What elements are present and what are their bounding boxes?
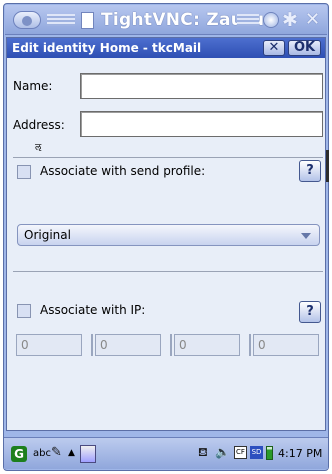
volume-icon[interactable]: 🔈	[215, 445, 230, 459]
ip-octet-2-input[interactable]: 0	[95, 334, 161, 356]
ip-separator	[170, 334, 172, 356]
address-note: ऌ	[35, 143, 42, 153]
ip-label: Associate with IP:	[40, 303, 146, 317]
dialog-title: Edit identity Home - tkcMail	[12, 41, 202, 55]
send-profile-label: Associate with send profile:	[40, 164, 206, 178]
send-profile-value: Original	[24, 228, 71, 242]
divider	[13, 271, 323, 272]
send-profile-select[interactable]: Original	[17, 224, 320, 246]
chevron-down-icon	[301, 233, 311, 239]
clock[interactable]: 4:17 PM	[278, 447, 322, 460]
cf-card-icon[interactable]: CF	[234, 446, 247, 459]
ip-help-button[interactable]: ?	[299, 301, 321, 323]
vnc-titlebar[interactable]: TightVNC: Zaurus ✱ ✕	[5, 5, 327, 35]
arrow-up-icon[interactable]: ▲	[68, 448, 75, 458]
ip-separator	[91, 334, 93, 356]
ip-separator	[249, 334, 251, 356]
ip-octet-1-input[interactable]: 0	[16, 334, 82, 356]
dialog-close-button[interactable]: ✕	[263, 40, 285, 56]
sd-card-icon[interactable]: SD	[250, 446, 263, 459]
name-label: Name:	[13, 79, 53, 93]
scrollbar-thumb[interactable]	[326, 150, 329, 182]
dialog-titlebar: Edit identity Home - tkcMail ✕ OK	[7, 38, 325, 58]
document-icon	[81, 12, 94, 29]
send-profile-checkbox[interactable]	[17, 165, 31, 179]
window-menu-icon[interactable]	[13, 11, 41, 29]
send-profile-help-button[interactable]: ?	[299, 160, 321, 182]
running-app-icon[interactable]	[80, 445, 96, 463]
launcher-icon[interactable]: G	[11, 446, 27, 462]
minimize-icon[interactable]	[263, 12, 279, 28]
address-input[interactable]	[80, 111, 323, 137]
name-input[interactable]	[80, 73, 323, 99]
maximize-star-icon[interactable]: ✱	[282, 9, 298, 31]
dialog-ok-button[interactable]: OK	[288, 40, 321, 56]
titlebar-grip-icon	[47, 14, 75, 26]
titlebar-grip-right-icon	[237, 14, 259, 26]
divider	[13, 157, 323, 158]
ip-checkbox[interactable]	[17, 304, 31, 318]
ip-octet-4-input[interactable]: 0	[253, 334, 319, 356]
edit-identity-dialog: Edit identity Home - tkcMail ✕ OK Name: …	[6, 37, 326, 431]
pen-icon[interactable]: ✎	[51, 445, 62, 460]
ip-octet-3-input[interactable]: 0	[174, 334, 240, 356]
address-label: Address:	[13, 118, 65, 132]
network-icon[interactable]: ⛾	[198, 445, 208, 461]
taskbar: G abc ✎ ▲ ⛾ 🔈 CF SD 4:17 PM	[4, 437, 328, 469]
window-close-icon[interactable]: ✕	[305, 9, 320, 30]
input-method-label[interactable]: abc	[33, 448, 51, 459]
battery-icon[interactable]	[266, 446, 273, 460]
